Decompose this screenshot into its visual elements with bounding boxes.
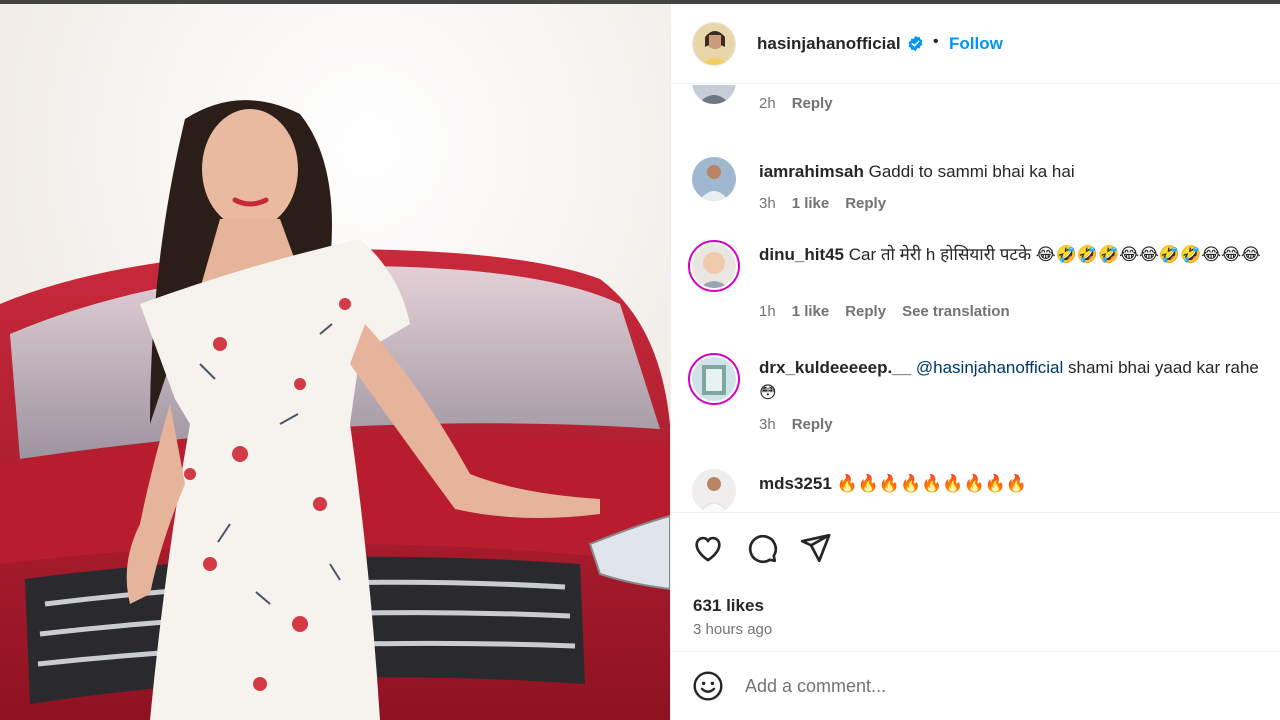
- add-comment-input[interactable]: [745, 672, 1195, 700]
- post-time: 3 hours ago: [693, 621, 773, 638]
- heart-icon[interactable]: [691, 531, 725, 565]
- post-sidebar: hasinjahanofficial • Follow 2h Reply iam…: [670, 4, 1280, 720]
- comment-meta: 2h Reply: [759, 95, 833, 112]
- comment-text: dinu_hit45 Car तो मेरी h होसियारी पटके 😂…: [759, 242, 1269, 267]
- header-separator: •: [933, 33, 939, 50]
- comment-body: Gaddi to sammi bhai ka hai: [868, 162, 1075, 181]
- post-actions: 631 likes 3 hours ago: [671, 512, 1280, 652]
- comment-username[interactable]: drx_kuldeeeeep.__: [759, 358, 911, 377]
- comment-username[interactable]: dinu_hit45: [759, 245, 844, 264]
- comment-avatar[interactable]: [688, 240, 740, 292]
- reply-button[interactable]: Reply: [792, 416, 833, 433]
- post-header: hasinjahanofficial • Follow: [671, 4, 1280, 84]
- comment-avatar[interactable]: [688, 353, 740, 405]
- comment-avatar[interactable]: [692, 85, 736, 104]
- emoji-icon[interactable]: [692, 670, 724, 702]
- post-photo: [0, 4, 670, 720]
- comment-body: 🔥🔥🔥🔥🔥🔥🔥🔥🔥: [836, 474, 1028, 493]
- likes-count[interactable]: 631 likes: [693, 596, 764, 616]
- comment-text: drx_kuldeeeeep.__ @hasinjahanofficial sh…: [759, 355, 1269, 405]
- see-translation-button[interactable]: See translation: [902, 303, 1010, 320]
- reply-button[interactable]: Reply: [792, 95, 833, 112]
- comment-time: 3h: [759, 416, 776, 433]
- comment-username[interactable]: mds3251: [759, 474, 832, 493]
- comment-mention[interactable]: @hasinjahanofficial: [916, 358, 1063, 377]
- comment-text: mds3251 🔥🔥🔥🔥🔥🔥🔥🔥🔥: [759, 471, 1269, 496]
- comment-likes[interactable]: 1 like: [792, 195, 830, 212]
- comment-likes[interactable]: 1 like: [792, 303, 830, 320]
- comment-time: 3h: [759, 195, 776, 212]
- send-icon[interactable]: [798, 531, 832, 565]
- comment-avatar[interactable]: [692, 469, 736, 513]
- author-avatar[interactable]: [692, 22, 736, 66]
- reply-button[interactable]: Reply: [845, 303, 886, 320]
- comment-avatar[interactable]: [692, 157, 736, 201]
- comment-text: iamrahimsah Gaddi to sammi bhai ka hai: [759, 159, 1269, 184]
- comment-time: 1h: [759, 303, 776, 320]
- reply-button[interactable]: Reply: [845, 195, 886, 212]
- follow-button[interactable]: Follow: [949, 34, 1003, 54]
- verified-badge-icon: [908, 35, 923, 52]
- comments-list[interactable]: 2h Reply iamrahimsah Gaddi to sammi bhai…: [671, 85, 1280, 513]
- comment-username[interactable]: iamrahimsah: [759, 162, 864, 181]
- comment-icon[interactable]: [745, 531, 779, 565]
- comment-body: Car तो मेरी h होसियारी पटके 😂🤣🤣🤣😂😂🤣🤣😂😂😂: [848, 245, 1261, 264]
- comment-meta: 3h Reply: [759, 416, 833, 433]
- comment-meta: 1h 1 like Reply See translation: [759, 303, 1010, 320]
- add-comment-bar: [671, 651, 1280, 720]
- author-username[interactable]: hasinjahanofficial: [757, 34, 901, 54]
- post-image[interactable]: [0, 4, 670, 720]
- comment-time: 2h: [759, 95, 776, 112]
- comment-meta: 3h 1 like Reply: [759, 195, 886, 212]
